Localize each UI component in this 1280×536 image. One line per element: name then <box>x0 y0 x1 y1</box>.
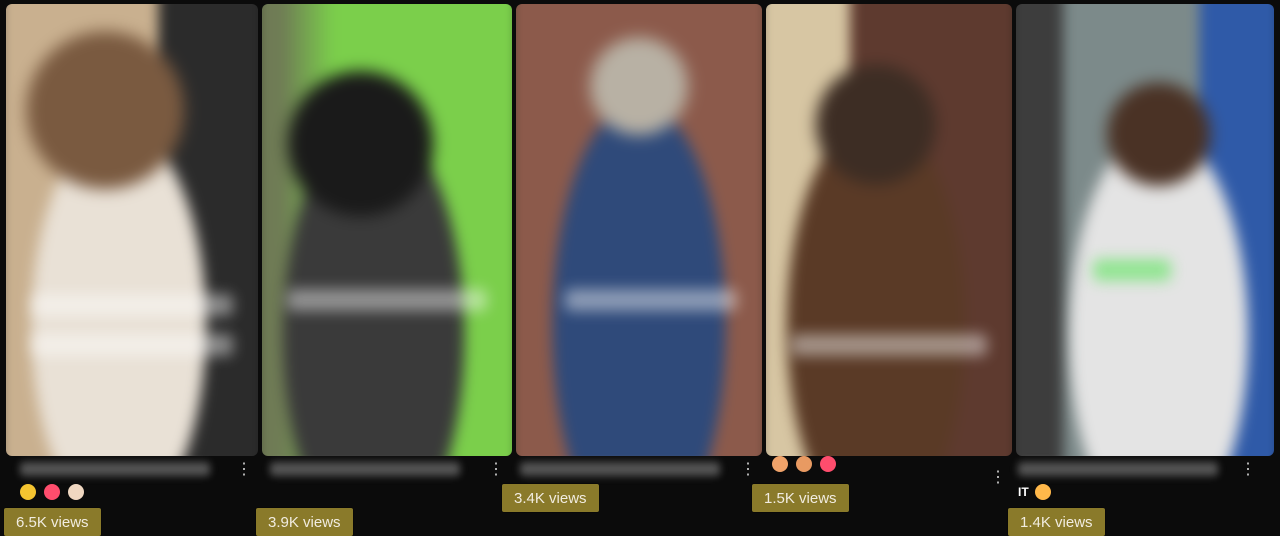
title-prefix-text: IT <box>1018 485 1029 500</box>
video-card-4[interactable] <box>766 4 1012 456</box>
views-text: 6.5K views <box>16 513 89 531</box>
video-card-1[interactable] <box>6 4 258 456</box>
caption-overlay <box>287 289 487 311</box>
caption-overlay <box>790 334 988 356</box>
views-count: 1.5K views <box>752 484 849 512</box>
face-icon <box>820 456 837 473</box>
video-title-blurred[interactable] <box>270 462 460 476</box>
video-title-blurred[interactable] <box>1018 462 1218 476</box>
caption-overlay <box>565 289 738 311</box>
video-title-blurred[interactable] <box>520 462 720 476</box>
title-emoji-row <box>772 456 840 473</box>
views-count: 3.4K views <box>502 484 599 512</box>
heart-eyes-face-icon <box>44 484 61 501</box>
video-thumbnail[interactable] <box>516 4 762 456</box>
more-options-icon[interactable]: ⋮ <box>740 462 756 478</box>
views-count: 1.4K views <box>1008 508 1105 536</box>
views-text: 3.4K views <box>514 489 587 507</box>
caption-overlay <box>31 334 233 356</box>
more-options-icon[interactable]: ⋮ <box>1240 462 1256 478</box>
video-card-5[interactable] <box>1016 4 1274 456</box>
video-thumbnail[interactable] <box>766 4 1012 456</box>
views-text: 1.5K views <box>764 489 837 507</box>
more-options-icon[interactable]: ⋮ <box>990 470 1006 486</box>
views-text: 3.9K views <box>268 513 341 531</box>
grinning-face-icon <box>20 484 36 501</box>
views-count: 6.5K views <box>4 508 101 536</box>
video-card-2[interactable] <box>262 4 512 456</box>
thumbs-up-icon <box>68 484 85 501</box>
video-thumbnail[interactable] <box>6 4 258 456</box>
caption-overlay <box>1093 259 1171 281</box>
caption-overlay <box>31 294 233 316</box>
flushed-face-icon <box>1034 484 1051 501</box>
title-emoji-row: IT <box>1018 484 1055 501</box>
more-options-icon[interactable]: ⋮ <box>236 462 252 478</box>
video-thumbnail[interactable] <box>262 4 512 456</box>
title-emoji-row <box>20 484 88 501</box>
face-icon <box>796 456 813 473</box>
face-icon <box>772 456 788 473</box>
video-card-3[interactable] <box>516 4 762 456</box>
video-thumbnail[interactable] <box>1016 4 1274 456</box>
more-options-icon[interactable]: ⋮ <box>488 462 504 478</box>
views-text: 1.4K views <box>1020 513 1093 531</box>
video-title-blurred[interactable] <box>20 462 210 476</box>
views-count: 3.9K views <box>256 508 353 536</box>
shorts-shelf: ⋮ ⋮ ⋮ ⋮ ⋮ IT 6.5K views 3.9K views 3.4K … <box>0 0 1280 536</box>
